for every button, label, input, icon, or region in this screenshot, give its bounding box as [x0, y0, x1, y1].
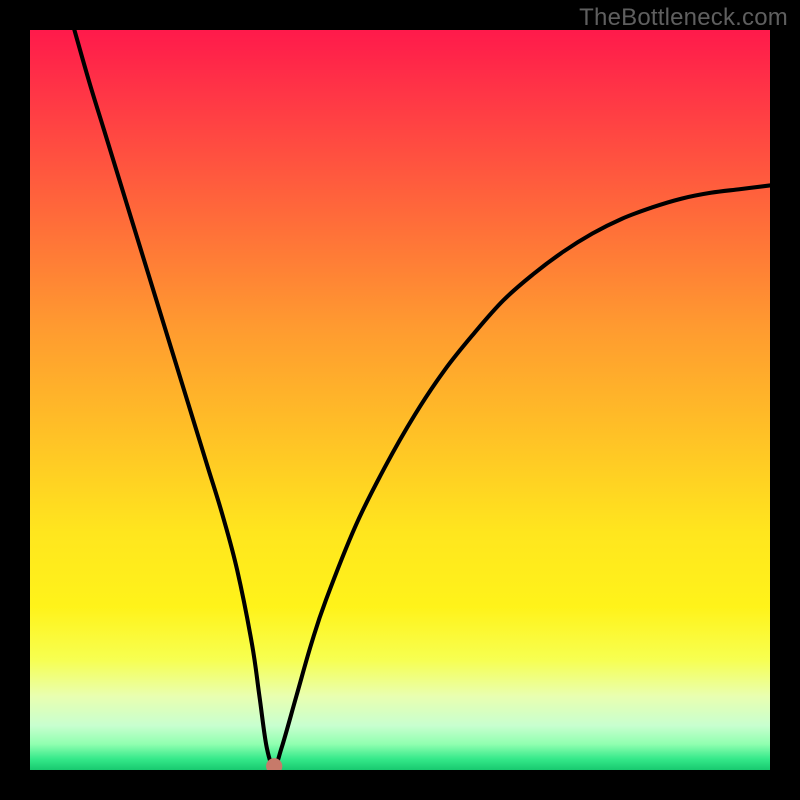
plot-area — [30, 30, 770, 770]
chart-frame: TheBottleneck.com — [0, 0, 800, 800]
curve-layer — [30, 30, 770, 770]
watermark-text: TheBottleneck.com — [579, 4, 788, 32]
bottleneck-curve — [74, 30, 770, 766]
